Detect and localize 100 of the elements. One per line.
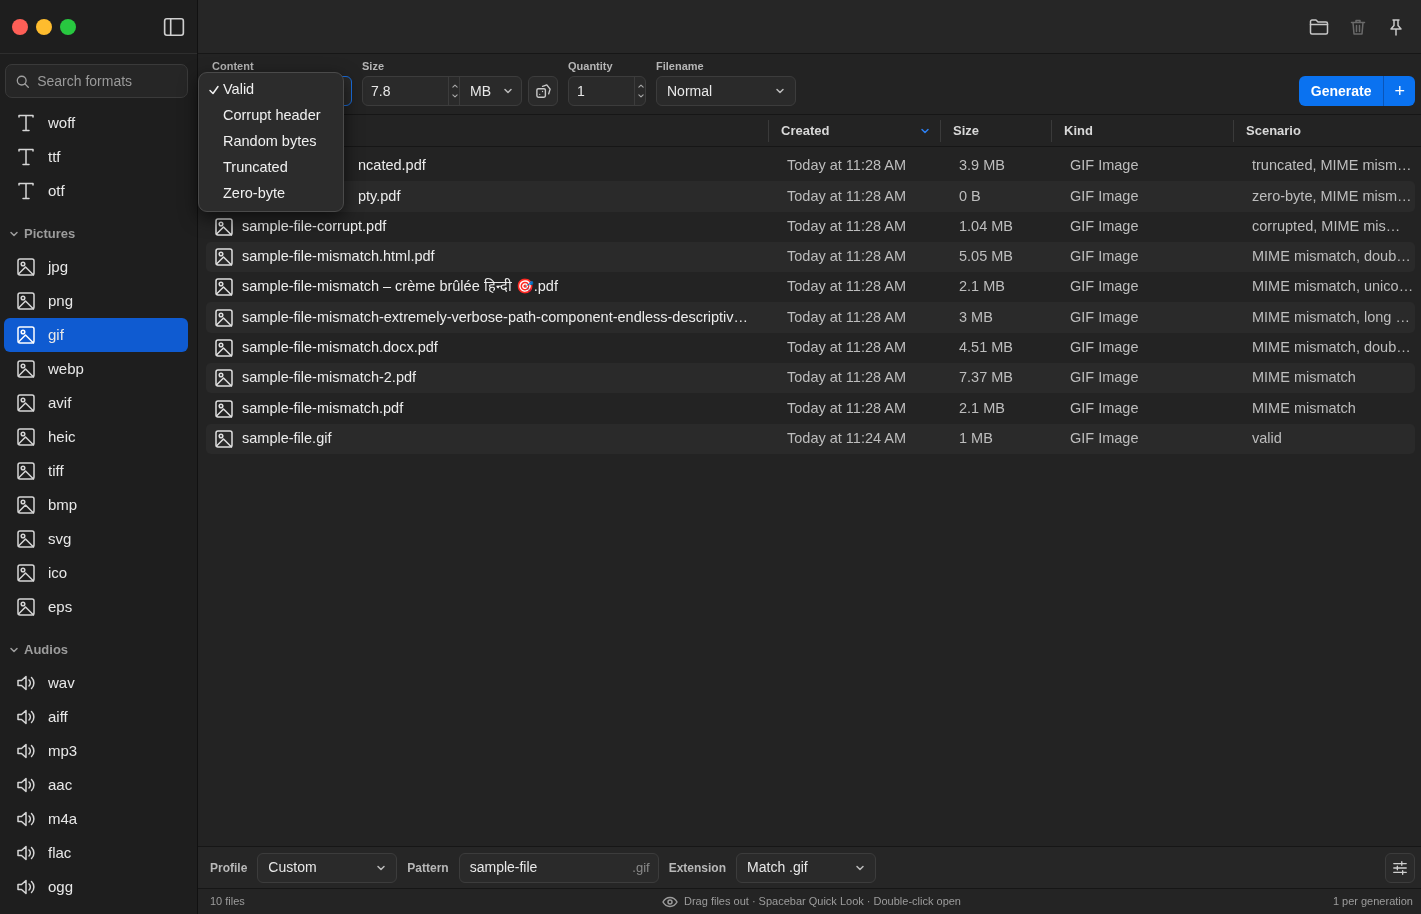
sidebar-item[interactable]: webp: [4, 352, 188, 386]
menu-option[interactable]: Corrupt header: [199, 103, 343, 129]
file-name: pty.pdf: [358, 186, 401, 206]
sidebar-item[interactable]: woff: [4, 106, 188, 140]
sidebar-item[interactable]: flac: [4, 836, 188, 870]
sidebar-item[interactable]: svg: [4, 522, 188, 556]
column-header[interactable]: Kind: [1051, 119, 1233, 142]
sidebar-item[interactable]: wav: [4, 666, 188, 700]
search-field[interactable]: Search formats: [5, 64, 188, 98]
table-cell-text: Today at 11:28 AM: [786, 398, 908, 418]
generate-button[interactable]: Generate: [1298, 76, 1384, 106]
sidebar-item[interactable]: eps: [4, 590, 188, 624]
group-header[interactable]: Pictures: [0, 218, 197, 250]
table-row[interactable]: sample-file-mismatch.pdf Today at 11:28 AM 2.1 MB GIF Image MIME mismatch: [206, 393, 1415, 424]
filename-select[interactable]: Normal: [656, 76, 796, 106]
menu-option[interactable]: Zero-byte: [199, 181, 343, 207]
quantity-field[interactable]: 1: [568, 76, 646, 106]
menu-option[interactable]: Truncated: [199, 155, 343, 181]
column-header[interactable]: Size: [940, 119, 1051, 142]
table-cell-text: GIF Image: [1069, 307, 1140, 327]
table-cell-text: GIF Image: [1069, 186, 1140, 206]
table-row[interactable]: sample-file-mismatch-2.pdf Today at 11:28 AM 7.37 MB GIF Image MIME mismatch: [206, 363, 1415, 394]
file-name: sample-file-mismatch-2.pdf: [242, 368, 417, 388]
table-row[interactable]: sample-file-mismatch – crème brûlée हिन्दी 🎯.pdf Today at 11:28 AM 2.1 MB GIF Image MIME mismatch, unico…: [206, 272, 1415, 303]
table-cell-text: Today at 11:28 AM: [786, 338, 908, 358]
table-cell-text: MIME mismatch, doub…: [1251, 247, 1412, 267]
table-row[interactable]: sample-file-corrupt.pdf Today at 11:28 AM 1.04 MB GIF Image corrupted, MIME mis…: [206, 211, 1415, 242]
table-cell-text: Today at 11:28 AM: [786, 247, 908, 267]
column-header[interactable]: Scenario: [1233, 119, 1421, 142]
table-cell-text: GIF Image: [1069, 368, 1140, 388]
table-cell-text: MIME mismatch, doub…: [1251, 338, 1412, 358]
table-cell-text: Today at 11:28 AM: [786, 156, 908, 176]
sidebar-item[interactable]: heic: [4, 420, 188, 454]
table-cell-text: MIME mismatch, unico…: [1251, 277, 1415, 297]
field-label: Profile: [210, 859, 248, 877]
file-name: sample-file-mismatch – crème brûlée हिन्दी 🎯.pdf: [242, 277, 558, 297]
file-name: sample-file.gif: [242, 428, 332, 448]
table-cell-text: 3.9 MB: [958, 156, 1006, 176]
sidebar-item[interactable]: ttf: [4, 140, 188, 174]
sidebar-item[interactable]: gif: [4, 318, 188, 352]
field-label: Size: [362, 58, 385, 74]
table-cell-text: valid: [1251, 428, 1283, 448]
search-input[interactable]: Search formats: [35, 65, 177, 97]
field-label: Pattern: [407, 859, 449, 877]
table-cell-text: 7.37 MB: [958, 368, 1014, 388]
table-cell-text: 0 B: [958, 186, 982, 206]
column-header[interactable]: Created: [768, 119, 940, 142]
sidebar-item[interactable]: ico: [4, 556, 188, 590]
hint-text: Drag files out · Spacebar Quick Look · Double-click open: [684, 894, 961, 910]
table-cell-text: GIF Image: [1069, 277, 1140, 297]
menu-option[interactable]: Valid: [199, 77, 343, 103]
table-cell-text: 5.05 MB: [958, 247, 1014, 267]
table-row[interactable]: sample-file.gif Today at 11:24 AM 1 MB GIF Image valid: [206, 423, 1415, 454]
table-row[interactable]: sample-file-mismatch-extremely-verbose-path-component-endless-descriptiv… Today at 11:28 AM 3 MB GIF Image MIME mismatch, long …: [206, 302, 1415, 333]
table-cell-text: Today at 11:28 AM: [786, 216, 908, 236]
field-label: Extension: [668, 859, 727, 877]
table-cell-text: MIME mismatch, long …: [1251, 307, 1411, 327]
sidebar-item[interactable]: otf: [4, 174, 188, 208]
sidebar-item[interactable]: bmp: [4, 488, 188, 522]
unit-select[interactable]: MB: [459, 77, 521, 105]
sidebar-item[interactable]: m4a: [4, 802, 188, 836]
file-name: ncated.pdf: [358, 156, 426, 176]
table-row[interactable]: sample-file-mismatch.docx.pdf Today at 11:28 AM 4.51 MB GIF Image MIME mismatch, doub…: [206, 332, 1415, 364]
add-button[interactable]: +: [1383, 76, 1415, 106]
table-cell-text: MIME mismatch: [1251, 398, 1357, 418]
profile-select[interactable]: Custom: [257, 852, 398, 883]
table-cell-text: GIF Image: [1069, 428, 1140, 448]
field-label: Content: [212, 58, 255, 74]
table-cell-text: GIF Image: [1069, 338, 1140, 358]
table-cell-text: GIF Image: [1069, 247, 1140, 267]
menu-option[interactable]: Random bytes: [199, 129, 343, 155]
sidebar-item[interactable]: aiff: [4, 700, 188, 734]
table-row[interactable]: sample-file-mismatch.html.pdf Today at 11:28 AM 5.05 MB GIF Image MIME mismatch, doub…: [206, 241, 1415, 273]
table-cell-text: Today at 11:28 AM: [786, 307, 908, 327]
file-name: sample-file-mismatch.docx.pdf: [242, 338, 438, 358]
field-label: Filename: [656, 58, 705, 74]
file-name: sample-file-mismatch.html.pdf: [242, 247, 435, 267]
table-cell-text: Today at 11:24 AM: [786, 428, 908, 448]
generation-count: 1 per generation: [1331, 894, 1413, 910]
table-cell-text: truncated, MIME mism…: [1251, 156, 1413, 176]
table-cell-text: 1 MB: [958, 428, 994, 448]
file-name: sample-file-corrupt.pdf: [242, 216, 387, 236]
sidebar-item[interactable]: mp3: [4, 734, 188, 768]
table-cell-text: GIF Image: [1069, 156, 1140, 176]
sidebar-item[interactable]: avif: [4, 386, 188, 420]
size-field[interactable]: 7.8 MB: [362, 76, 522, 106]
pattern-field[interactable]: sample-file .gif: [458, 852, 659, 883]
table-cell-text: MIME mismatch: [1251, 368, 1357, 388]
sidebar-item[interactable]: ogg: [4, 870, 188, 904]
sidebar-item[interactable]: tiff: [4, 454, 188, 488]
file-count: 10 files: [210, 894, 246, 910]
table-cell-text: 4.51 MB: [958, 338, 1014, 358]
table-cell-text: 2.1 MB: [958, 398, 1006, 418]
group-header[interactable]: Audios: [0, 634, 197, 666]
file-name: sample-file-mismatch.pdf: [242, 398, 404, 418]
sidebar-item[interactable]: aac: [4, 768, 188, 802]
sidebar-item[interactable]: png: [4, 284, 188, 318]
sidebar-item[interactable]: jpg: [4, 250, 188, 284]
file-name: sample-file-mismatch-extremely-verbose-path-component-endless-descriptiv…: [242, 307, 749, 327]
extension-select[interactable]: Match .gif: [736, 852, 877, 883]
